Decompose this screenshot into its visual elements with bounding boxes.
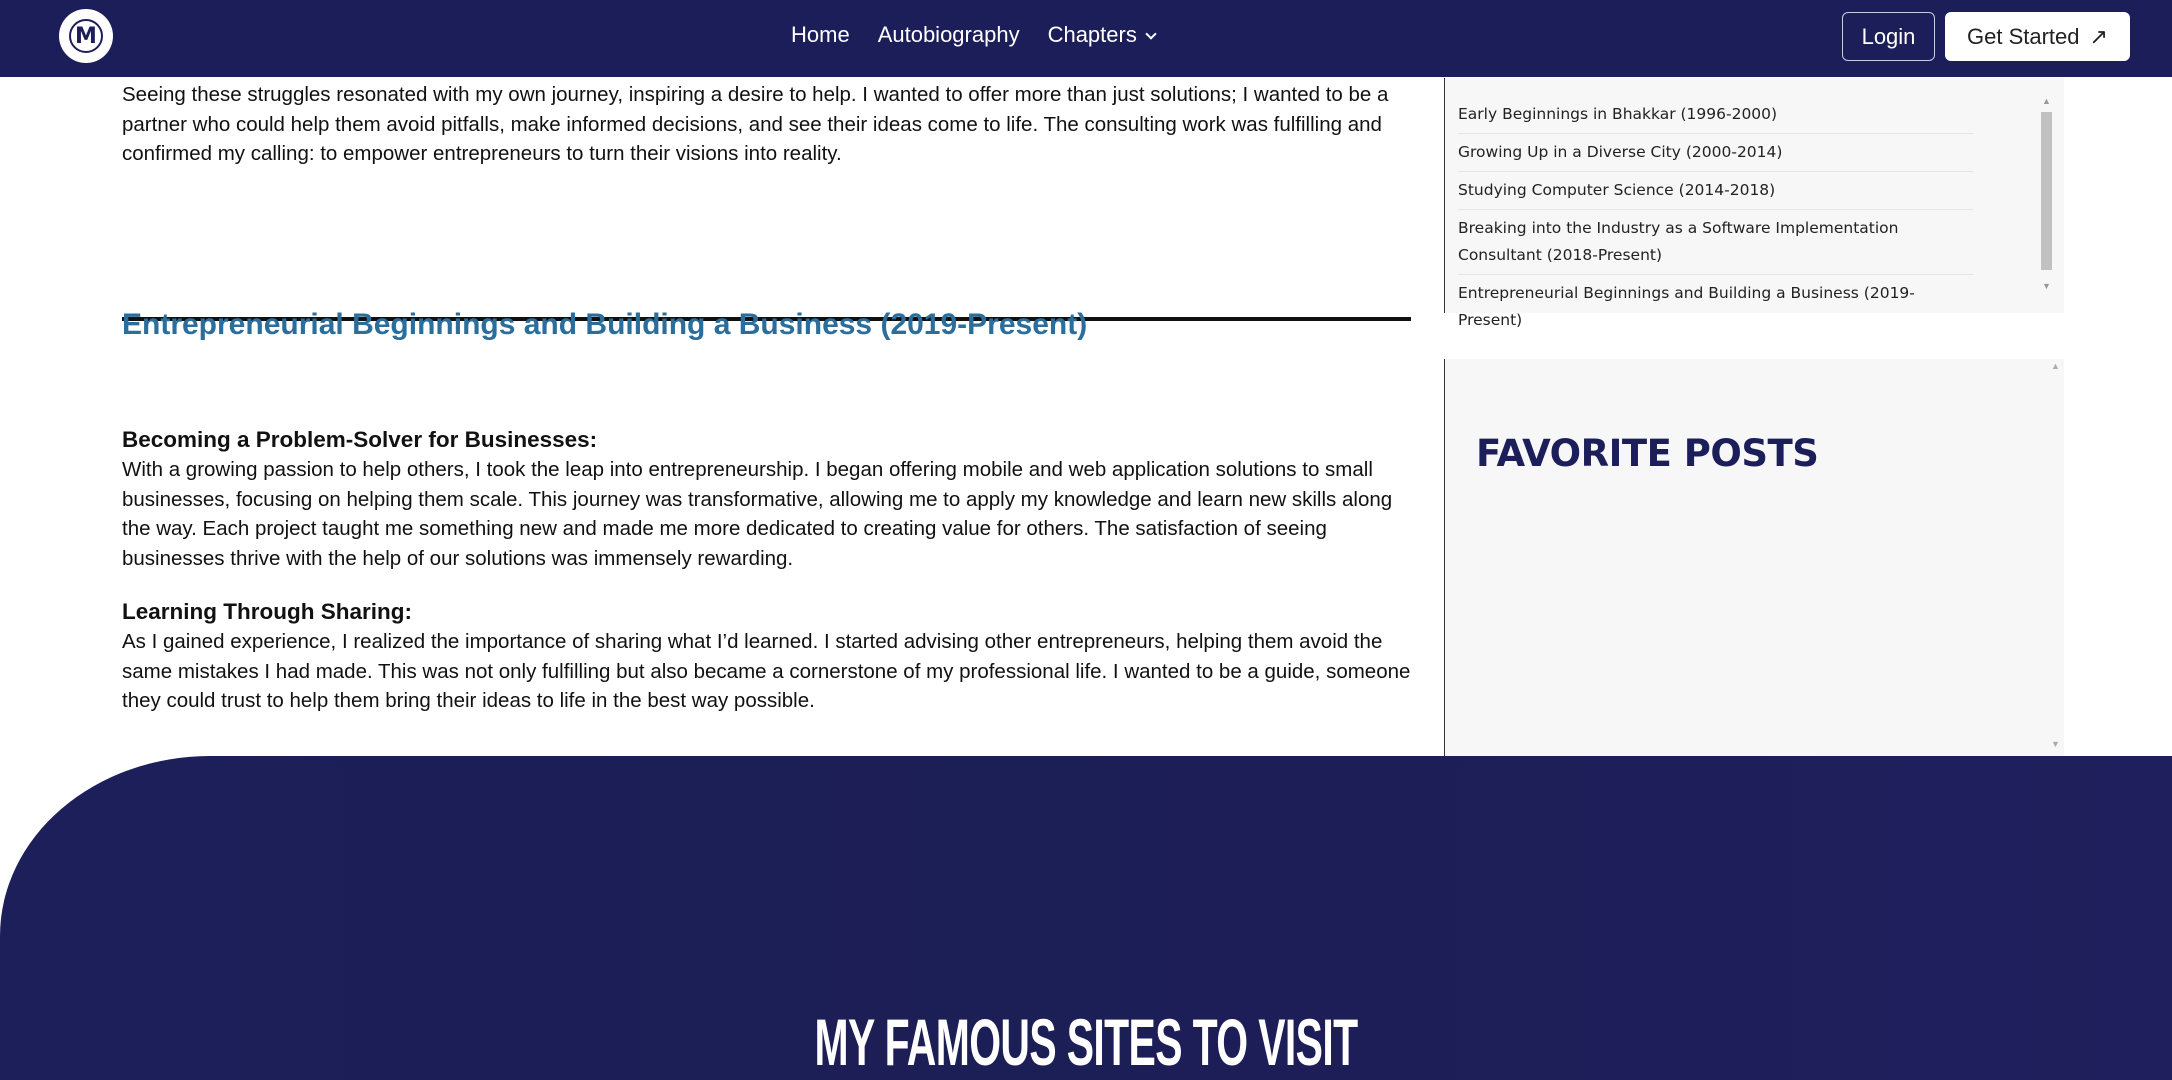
famous-sites-title: MY FAMOUS SITES TO VISIT <box>814 1005 1359 1079</box>
site-logo[interactable]: M <box>59 9 113 63</box>
chevron-down-icon <box>1145 28 1157 40</box>
subsection-text: As I gained experience, I realized the i… <box>122 630 1411 713</box>
scroll-down-icon[interactable]: ▼ <box>2051 739 2060 749</box>
subsection-title: Learning Through Sharing: <box>122 599 412 624</box>
logo-letter: M <box>69 19 103 53</box>
subsection: Learning Through Sharing: As I gained ex… <box>122 597 1412 716</box>
get-started-button[interactable]: Get Started ↗ <box>1945 12 2130 61</box>
arrow-up-right-icon: ↗ <box>2089 23 2108 49</box>
famous-sites-section: MY FAMOUS SITES TO VISIT <box>0 756 2172 1080</box>
chapters-list: Early Beginnings in Bhakkar (1996-2000) … <box>1458 96 1973 339</box>
get-started-label: Get Started <box>1967 23 2080 49</box>
favorite-posts-title: FAVORITE POSTS <box>1476 432 1819 475</box>
nav-chapters[interactable]: Chapters <box>1047 22 1157 48</box>
subsection-text: With a growing passion to help others, I… <box>122 458 1393 570</box>
scrollbar[interactable]: ▲ ▼ <box>2039 96 2053 296</box>
nav-autobiography[interactable]: Autobiography <box>878 22 1020 48</box>
chapter-link[interactable]: Growing Up in a Diverse City (2000-2014) <box>1458 134 1973 172</box>
scroll-down-icon[interactable]: ▼ <box>2042 281 2051 291</box>
nav-home[interactable]: Home <box>791 22 850 48</box>
top-nav: M Home Autobiography Chapters Login Get … <box>0 0 2172 77</box>
chapter-link[interactable]: Entrepreneurial Beginnings and Building … <box>1458 275 1973 339</box>
scroll-up-icon[interactable]: ▲ <box>2042 96 2051 106</box>
nav-links: Home Autobiography Chapters <box>791 22 1157 48</box>
subsection-title: Becoming a Problem-Solver for Businesses… <box>122 427 598 452</box>
subsection: Becoming a Problem-Solver for Businesses… <box>122 425 1412 573</box>
login-button[interactable]: Login <box>1842 12 1935 61</box>
favorite-posts-panel: ▲ FAVORITE POSTS ▼ <box>1444 359 2064 756</box>
chapter-link[interactable]: Early Beginnings in Bhakkar (1996-2000) <box>1458 96 1973 134</box>
chapters-list-panel: Early Beginnings in Bhakkar (1996-2000) … <box>1444 78 2064 329</box>
scrollbar-thumb[interactable] <box>2041 112 2052 270</box>
scroll-up-icon[interactable]: ▲ <box>2051 361 2060 371</box>
nav-chapters-label: Chapters <box>1047 22 1137 47</box>
chapter-link[interactable]: Breaking into the Industry as a Software… <box>1458 210 1973 275</box>
section-title: Entrepreneurial Beginnings and Building … <box>122 308 1088 341</box>
intro-paragraph: Seeing these struggles resonated with my… <box>122 83 1389 166</box>
chapter-link[interactable]: Studying Computer Science (2014-2018) <box>1458 172 1973 210</box>
